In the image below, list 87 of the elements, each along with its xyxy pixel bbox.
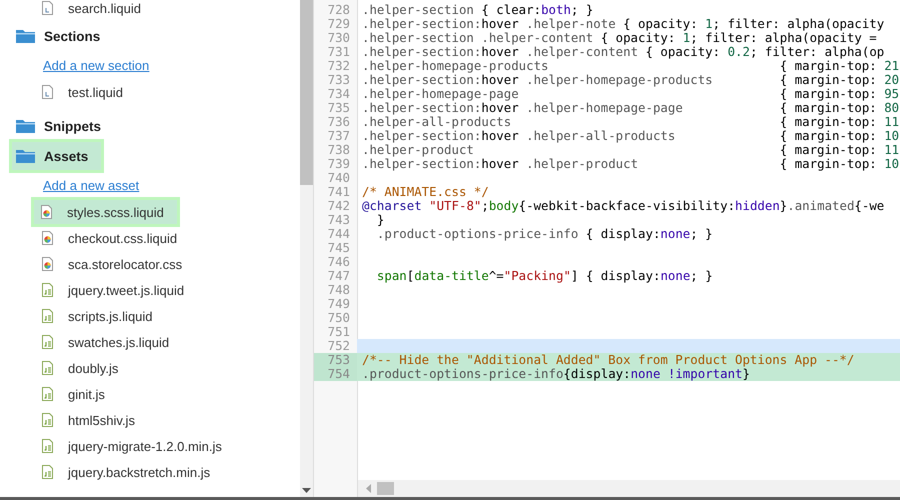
line-number: 728 [326, 3, 351, 17]
script-file-icon [42, 387, 53, 401]
code-line: @charset "UTF-8";body{-webkit-backface-visibility:hidden}.animated{-we [361, 199, 886, 213]
code-line: .helper-all-products { margin-top: 11 [361, 115, 900, 129]
scroll-thumb[interactable] [300, 0, 313, 185]
folder-label[interactable]: Sections [44, 28, 100, 44]
file-name[interactable]: ginit.js [68, 386, 105, 402]
line-number: 745 [326, 241, 351, 255]
line-number: 741 [326, 185, 351, 199]
color-wheel-file-icon [41, 205, 52, 219]
line-number: 742 [326, 199, 351, 213]
line-number: 752 [326, 339, 351, 353]
line-number-gutter [314, 480, 358, 497]
code-line: .helper-section:hover .helper-all-products { margin-top: 10 [361, 129, 900, 143]
code-line: .helper-homepage-page { margin-top: 95 [361, 87, 900, 101]
file-icon [42, 1, 53, 15]
folder-icon [16, 149, 35, 163]
code-line: .helper-product { margin-top: 11 [361, 143, 900, 157]
line-number: 749 [326, 297, 351, 311]
file-name[interactable]: scripts.js.liquid [68, 308, 153, 324]
code-line: /*-- Hide the "Additional Added" Box from Product Options App --*/ [361, 353, 856, 367]
script-file-icon [42, 413, 53, 427]
code-line: .helper-section { clear:both; } [361, 3, 594, 17]
add-link[interactable]: Add a new section [43, 58, 150, 72]
add-link[interactable]: Add a new asset [43, 178, 140, 192]
line-number: 751 [326, 325, 351, 339]
line-number: 753 [314, 353, 357, 367]
file-name[interactable]: jquery.tweet.js.liquid [68, 282, 184, 298]
arrow-left-icon[interactable] [366, 484, 371, 493]
scroll-thumb[interactable] [377, 482, 394, 495]
line-number: 747 [326, 269, 351, 283]
script-file-icon [42, 283, 53, 297]
script-file-icon [42, 309, 53, 323]
color-wheel-file-icon [42, 257, 53, 271]
scrollbar[interactable] [358, 480, 900, 497]
code-line: .helper-section:hover .helper-content { opacity: 0.2; filter: alpha(op [361, 45, 886, 59]
code-line: .product-options-price-info{display:none !important} [361, 367, 751, 381]
code-line: .helper-section:hover .helper-homepage-page { margin-top: 80 [361, 101, 900, 115]
line-number: 733 [326, 73, 351, 87]
code-line: /* ANIMATE.css */ [361, 185, 490, 199]
line-number: 731 [326, 45, 351, 59]
file-name[interactable]: checkout.css.liquid [68, 230, 178, 246]
code-line: } [376, 213, 386, 227]
line-number: 732 [326, 59, 351, 73]
line-number: 735 [326, 101, 351, 115]
file-name[interactable]: jquery-migrate-1.2.0.min.js [68, 438, 222, 454]
scrollbar[interactable] [300, 0, 314, 497]
script-file-icon [42, 335, 53, 349]
folder-label[interactable]: Snippets [44, 118, 102, 134]
line-number: 737 [326, 129, 351, 143]
script-file-icon [42, 439, 53, 453]
folder-icon [16, 119, 35, 133]
line-number: 740 [326, 171, 351, 185]
file-name[interactable]: html5shiv.js [68, 412, 135, 428]
line-number: 734 [326, 87, 351, 101]
line-number: 743 [326, 213, 351, 227]
file-name[interactable]: test.liquid [68, 84, 123, 100]
file-name[interactable]: doubly.js [68, 360, 118, 376]
code-line: .helper-homepage-products { margin-top: 21 [361, 59, 900, 73]
line-number: 729 [326, 17, 351, 31]
color-wheel-file-icon [42, 231, 53, 245]
line-number: 744 [326, 227, 351, 241]
line-number: 738 [326, 143, 351, 157]
script-file-icon [42, 361, 53, 375]
line-number: 739 [326, 157, 351, 171]
folder-label[interactable]: Assets [44, 148, 88, 164]
file-name[interactable]: sca.storelocator.css [68, 256, 182, 272]
line-number: 750 [326, 311, 351, 325]
code-line: .helper-section .helper-content { opacity: 1; filter: alpha(opacity = [361, 31, 878, 45]
line-number: 748 [326, 283, 351, 297]
line-number: 736 [326, 115, 351, 129]
file-icon [42, 85, 53, 99]
file-name[interactable]: jquery.backstretch.min.js [68, 464, 210, 480]
code-line: .helper-section:hover .helper-homepage-products { margin-top: 20 [361, 73, 900, 87]
line-number: 730 [326, 31, 351, 45]
code-line: span[data-title^="Packing"] { display:none; } [376, 269, 714, 283]
file-name[interactable]: styles.scss.liquid [67, 204, 164, 220]
script-file-icon [42, 465, 53, 479]
code-line: .helper-section:hover .helper-product { margin-top: 10 [361, 157, 900, 171]
code-line: .product-options-price-info { display:none; } [376, 227, 714, 241]
file-name[interactable]: swatches.js.liquid [68, 334, 170, 350]
arrow-down-icon[interactable] [302, 488, 311, 493]
file-name[interactable]: search.liquid [68, 0, 141, 16]
folder-icon [16, 29, 35, 43]
line-number: 746 [326, 255, 351, 269]
line-number: 754 [314, 367, 357, 381]
code-line: .helper-section:hover .helper-note { opacity: 1; filter: alpha(opacity [361, 17, 886, 31]
